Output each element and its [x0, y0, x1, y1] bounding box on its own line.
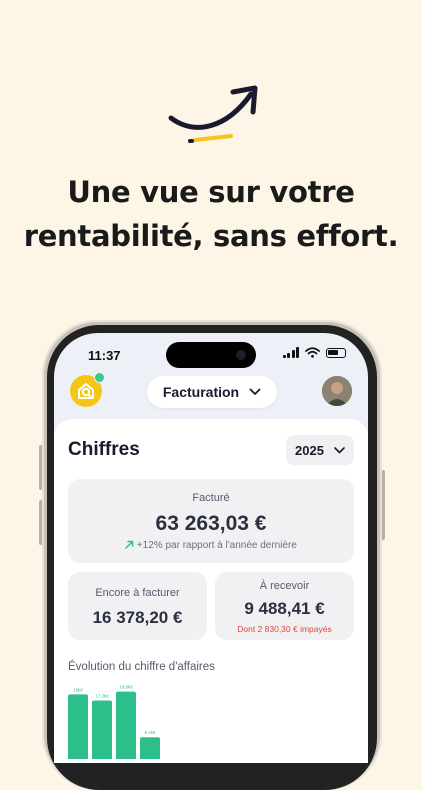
to-invoice-value: 16 378,20 € — [92, 608, 183, 627]
signal-icon — [282, 347, 299, 358]
revenue-chart: 19k€ 17,2k€ 19,8k€ 6,4k€ — [68, 685, 160, 759]
notification-dot — [94, 372, 105, 383]
year-dropdown-label: 2025 — [295, 442, 324, 458]
dynamic-island — [166, 342, 256, 368]
invoiced-comparison-text: +12% par rapport à l'année dernière — [136, 540, 297, 551]
to-receive-card[interactable]: À recevoir 9 488,41 € Dont 2 830,30 € im… — [215, 572, 354, 640]
to-invoice-card[interactable]: Encore à facturer 16 378,20 € — [68, 572, 207, 640]
revenue-bar-label: 19,8k€ — [119, 685, 133, 690]
figures-title: Chiffres — [68, 439, 140, 460]
brand-arrow-icon — [168, 85, 258, 143]
invoiced-value: 63 263,03 € — [155, 512, 267, 535]
invoiced-label: Facturé — [192, 492, 230, 504]
camera-icon — [236, 350, 246, 360]
revenue-bar[interactable] — [140, 737, 160, 759]
year-dropdown[interactable]: 2025 — [286, 435, 354, 465]
revenue-chart-title: Évolution du chiffre d'affaires — [68, 661, 215, 673]
headline: Une vue sur votre rentabilité, sans effo… — [0, 170, 422, 258]
revenue-bar-label: 19k€ — [73, 687, 83, 692]
phone-screen: 11:37 Facturation Chiffres 2025 Facturé … — [54, 333, 368, 763]
to-invoice-label: Encore à facturer — [95, 587, 180, 599]
headline-line-1: Une vue sur votre — [67, 175, 355, 209]
invoiced-comparison: +12% par rapport à l'année dernière — [68, 540, 354, 551]
battery-icon — [326, 347, 346, 358]
to-receive-value: 9 488,41 € — [244, 599, 325, 618]
wifi-icon — [305, 347, 320, 358]
headline-line-2: rentabilité, sans effort. — [23, 219, 399, 253]
revenue-bar-label: 6,4k€ — [144, 730, 156, 735]
revenue-bar[interactable] — [116, 691, 136, 759]
person-icon — [322, 376, 352, 406]
revenue-bar[interactable] — [92, 700, 112, 759]
trend-up-icon — [125, 540, 134, 549]
revenue-bar[interactable] — [68, 694, 88, 759]
to-receive-label: À recevoir — [259, 580, 310, 592]
chevron-down-icon — [334, 446, 345, 453]
invoiced-card[interactable]: Facturé 63 263,03 € +12% par rapport à l… — [68, 479, 354, 563]
user-avatar[interactable] — [322, 376, 352, 406]
unpaid-amount: Dont 2 830,30 € impayés — [237, 624, 332, 634]
section-dropdown-label: Facturation — [162, 384, 240, 400]
revenue-bar-label: 17,2k€ — [95, 694, 109, 699]
status-icons — [282, 347, 346, 358]
app-logo-button[interactable] — [70, 372, 105, 407]
status-time: 11:37 — [88, 348, 121, 363]
chevron-down-icon — [249, 388, 261, 395]
section-dropdown[interactable]: Facturation — [147, 376, 277, 408]
figures-panel: Chiffres 2025 Facturé 63 263,03 € +12% p… — [54, 419, 368, 763]
